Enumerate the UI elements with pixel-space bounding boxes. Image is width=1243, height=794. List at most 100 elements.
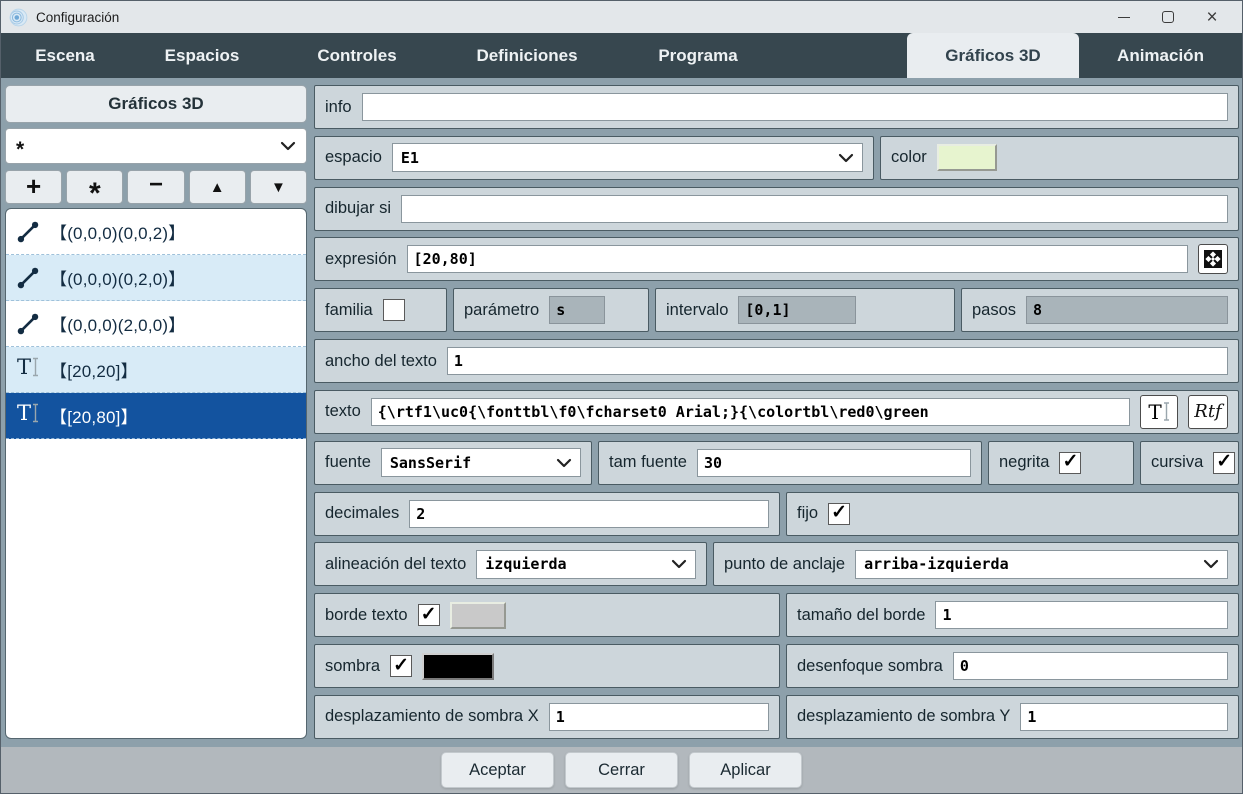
list-item[interactable]: T 【[20,20]】	[6, 347, 306, 393]
configuration-window: Configuración × EscenaEspaciosControlesD…	[0, 0, 1243, 794]
sidebar: Gráficos 3D * +*−▲▼ 【(0,0,0)(0,0,2)】 【(0…	[5, 85, 307, 739]
anclaje-panel: punto de anclaje arriba-izquierda	[713, 542, 1239, 586]
tab-gr-ficos-3d[interactable]: Gráficos 3D	[907, 33, 1079, 78]
negrita-panel: negrita ✓	[988, 441, 1134, 485]
alineacion-panel: alineación del texto izquierda	[314, 542, 707, 586]
tamano-borde-panel: tamaño del borde	[786, 593, 1239, 637]
minimize-icon	[1118, 17, 1130, 18]
close-icon: ×	[1206, 8, 1217, 27]
desp-y-input[interactable]	[1020, 703, 1228, 731]
texto-input[interactable]	[371, 398, 1130, 426]
tamano-borde-label: tamaño del borde	[797, 606, 925, 625]
expand-icon	[1203, 249, 1223, 269]
remove-button[interactable]: −	[127, 170, 184, 204]
tab-programa[interactable]: Programa	[615, 33, 781, 78]
intervalo-input	[738, 296, 856, 324]
properties-form: info espacio E1 color	[314, 85, 1239, 739]
tab-bar: EscenaEspaciosControlesDefinicionesProgr…	[1, 33, 1242, 78]
espacio-select[interactable]: E1	[392, 143, 863, 172]
desp-y-panel: desplazamiento de sombra Y	[786, 695, 1239, 739]
espacio-panel: espacio E1	[314, 136, 874, 180]
move-up-button[interactable]: ▲	[189, 170, 246, 204]
plain-text-editor-button[interactable]: T	[1140, 395, 1178, 429]
add-button[interactable]: +	[5, 170, 62, 204]
list-item[interactable]: 【(0,0,0)(0,0,2)】	[6, 209, 306, 255]
tab-definiciones[interactable]: Definiciones	[439, 33, 615, 78]
tamano-borde-input[interactable]	[935, 601, 1228, 629]
sidebar-title: Gráficos 3D	[5, 85, 307, 123]
expand-editor-button[interactable]	[1198, 244, 1228, 274]
chevron-down-icon	[838, 152, 854, 164]
move-down-icon: ▼	[271, 179, 286, 196]
fijo-panel: fijo ✓	[786, 492, 1239, 536]
cursiva-checkbox[interactable]: ✓	[1213, 452, 1235, 474]
remove-icon: −	[149, 171, 163, 199]
tab-spacer	[781, 33, 907, 78]
list-item[interactable]: T 【[20,80]】	[6, 393, 306, 439]
ancho-texto-input[interactable]	[447, 347, 1228, 375]
fijo-checkbox[interactable]: ✓	[828, 503, 850, 525]
cerrar-button[interactable]: Cerrar	[565, 752, 678, 788]
add-multiple-button[interactable]: *	[66, 170, 123, 204]
chevron-down-icon	[280, 140, 296, 152]
sombra-color-swatch[interactable]	[422, 653, 494, 680]
desenfoque-input[interactable]	[953, 652, 1228, 680]
minimize-button[interactable]	[1102, 2, 1146, 32]
expresion-input[interactable]	[407, 245, 1188, 273]
anclaje-label: punto de anclaje	[724, 555, 845, 574]
alineacion-label: alineación del texto	[325, 555, 466, 574]
maximize-icon	[1162, 11, 1174, 23]
graphics-filter-select[interactable]: *	[5, 128, 307, 164]
segment-icon	[15, 219, 41, 245]
text-icon: T	[15, 357, 41, 383]
fuente-select[interactable]: SansSerif	[381, 448, 581, 477]
desp-x-panel: desplazamiento de sombra X	[314, 695, 780, 739]
desp-x-input[interactable]	[549, 703, 769, 731]
pasos-label: pasos	[972, 301, 1016, 320]
move-down-button[interactable]: ▼	[250, 170, 307, 204]
negrita-checkbox[interactable]: ✓	[1059, 452, 1081, 474]
text-icon: T	[15, 403, 41, 429]
add-icon: +	[26, 171, 41, 202]
content-area: Gráficos 3D * +*−▲▼ 【(0,0,0)(0,0,2)】 【(0…	[1, 78, 1242, 747]
borde-texto-checkbox[interactable]: ✓	[418, 604, 440, 626]
desenfoque-panel: desenfoque sombra	[786, 644, 1239, 688]
list-item[interactable]: 【(0,0,0)(2,0,0)】	[6, 301, 306, 347]
tab-escena[interactable]: Escena	[1, 33, 129, 78]
borde-color-swatch[interactable]	[450, 602, 506, 629]
rtf-editor-button[interactable]: Rtf	[1188, 395, 1228, 429]
decimales-input[interactable]	[409, 500, 769, 528]
expresion-panel: expresión	[314, 237, 1239, 281]
sombra-checkbox[interactable]: ✓	[390, 655, 412, 677]
tab-controles[interactable]: Controles	[275, 33, 439, 78]
segment-icon	[15, 265, 41, 291]
list-item[interactable]: 【(0,0,0)(0,2,0)】	[6, 255, 306, 301]
familia-checkbox[interactable]	[383, 299, 405, 321]
tab-animaci-n[interactable]: Animación	[1079, 33, 1242, 78]
tab-espacios[interactable]: Espacios	[129, 33, 275, 78]
aplicar-button[interactable]: Aplicar	[689, 752, 802, 788]
desp-x-label: desplazamiento de sombra X	[325, 707, 539, 726]
ancho-texto-label: ancho del texto	[325, 352, 437, 371]
ancho-texto-panel: ancho del texto	[314, 339, 1239, 383]
window-controls: ×	[1102, 2, 1234, 32]
intervalo-label: intervalo	[666, 301, 728, 320]
tam-fuente-input[interactable]	[697, 449, 971, 477]
window-title: Configuración	[36, 10, 119, 25]
color-swatch[interactable]	[937, 144, 997, 171]
cursiva-panel: cursiva ✓	[1140, 441, 1239, 485]
dibujar-si-input[interactable]	[401, 195, 1228, 223]
alineacion-select[interactable]: izquierda	[476, 550, 696, 579]
pasos-input	[1026, 296, 1228, 324]
parametro-panel: parámetro	[453, 288, 649, 332]
aceptar-button[interactable]: Aceptar	[441, 752, 554, 788]
close-button[interactable]: ×	[1190, 2, 1234, 32]
expresion-label: expresión	[325, 250, 397, 269]
decimales-panel: decimales	[314, 492, 780, 536]
maximize-button[interactable]	[1146, 2, 1190, 32]
sombra-panel: sombra ✓	[314, 644, 780, 688]
info-input[interactable]	[362, 93, 1228, 121]
app-logo-icon	[9, 8, 28, 27]
title-bar: Configuración ×	[1, 1, 1242, 33]
anclaje-select[interactable]: arriba-izquierda	[855, 550, 1228, 579]
